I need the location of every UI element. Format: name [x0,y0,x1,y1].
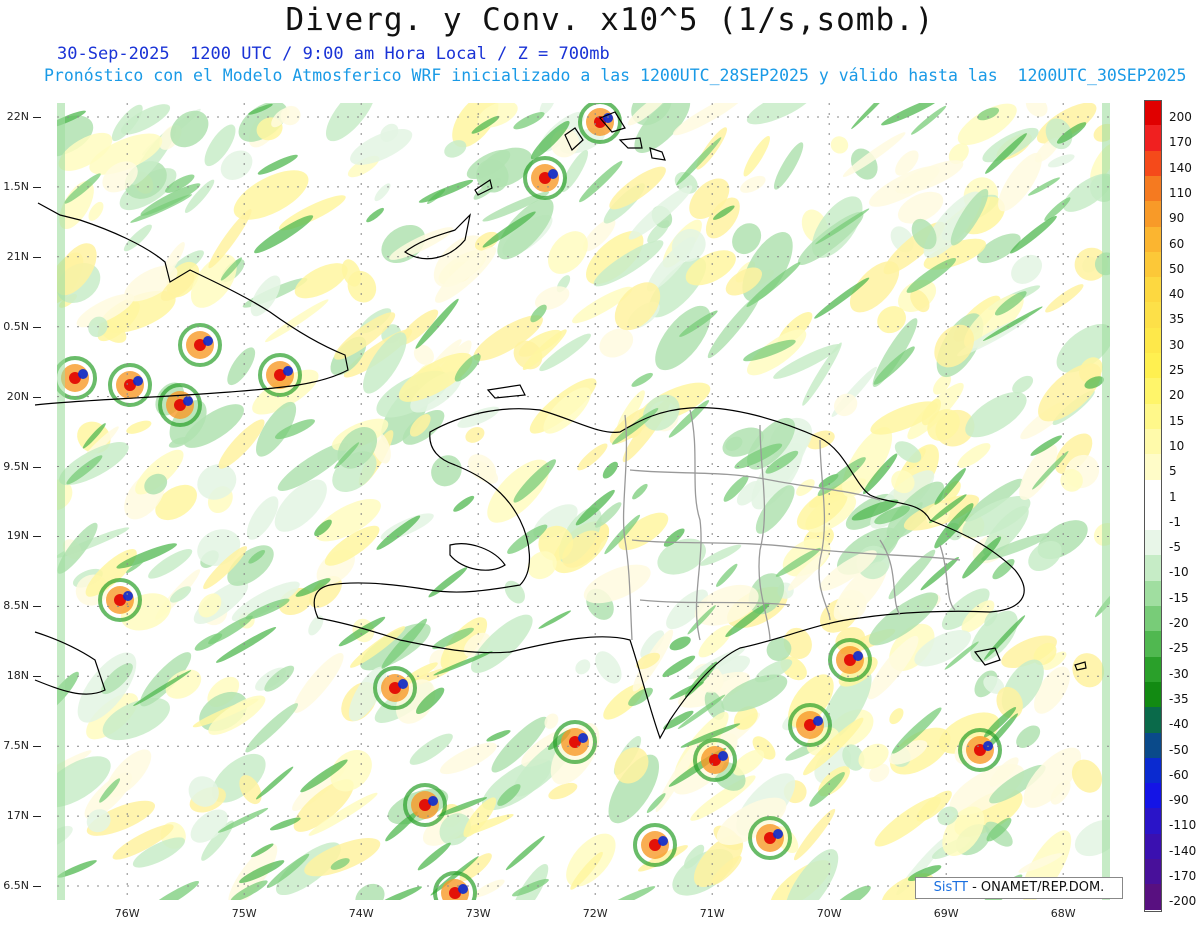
lat-tick [33,396,41,398]
lat-tick [33,676,41,678]
colorbar-label: -140 [1169,843,1197,858]
intense-cell [773,829,783,839]
lon-label: 74W [348,907,374,920]
lat-tick [33,326,41,328]
lon-label: 73W [465,907,491,920]
lat-label: 21N [6,249,29,263]
colorbar-label: 20 [1169,388,1185,403]
lat-label: 1.5N [3,179,29,193]
colorbar-label: 140 [1169,160,1192,175]
lat-tick [33,606,41,608]
colorbar-label: 40 [1169,287,1185,302]
lat-label: 22N [6,109,29,123]
intense-cell [813,716,823,726]
colorbar-label: -50 [1169,742,1189,757]
colorbar-label: 200 [1169,110,1192,124]
colorbar-label: 5 [1169,464,1177,479]
lat-label: 20N [6,389,29,403]
intense-cell [718,751,728,761]
credit-text: - ONAMET/REP.DOM. [972,880,1105,895]
intense-cell [578,733,588,743]
colorbar-label: 35 [1169,312,1185,327]
intense-cell [133,376,143,386]
lat-tick [33,886,41,888]
lat-tick [33,466,41,468]
intense-cell [658,836,668,846]
colorbar-label: 1 [1169,489,1177,504]
intense-cell [398,679,408,689]
intense-cell [123,591,133,601]
lon-label: 69W [933,907,959,920]
map-canvas [34,103,1110,900]
lat-label: 0.5N [3,319,29,333]
colorbar-label: 170 [1169,135,1192,150]
colorbar-label: -60 [1169,767,1189,782]
colorbar-label: 60 [1169,236,1185,251]
colorbar-label: 90 [1169,211,1185,226]
colorbar-label: -110 [1169,818,1197,833]
colorbar-label: -10 [1169,565,1189,580]
colorbar-label: -40 [1169,717,1189,732]
colorbar-label: 30 [1169,337,1185,352]
colorbar-label: -200 [1169,894,1197,909]
lat-tick [33,256,41,258]
colorbar-label: -5 [1169,540,1181,555]
lat-label: 7.5N [3,739,29,753]
edge-strip [1102,103,1110,900]
lat-label: 8.5N [3,599,29,613]
colorbar-label: -30 [1169,666,1189,681]
sistt-logo: SisTT [933,880,968,895]
lat-label: 18N [6,669,29,683]
lat-tick [33,116,41,118]
colorbar-frame [1144,100,1162,912]
lat-tick [33,536,41,538]
lat-tick [33,746,41,748]
intense-cell [458,884,468,894]
colorbar-label: -90 [1169,793,1189,808]
intense-cell [853,651,863,661]
colorbar-label: 15 [1169,413,1185,428]
lat-label: 17N [6,809,29,823]
colorbar-label: -170 [1169,869,1197,883]
colorbar-label: -15 [1169,590,1189,605]
intense-cell [428,796,438,806]
lon-label: 70W [816,907,842,920]
colorbar-label: -20 [1169,616,1189,630]
colorbar-label: 110 [1169,185,1192,200]
lon-label: 72W [582,907,608,920]
intense-cell [283,366,293,376]
intense-cell [548,169,558,179]
colorbar-label: 25 [1169,363,1185,377]
intense-cell [78,369,88,379]
lat-label: 19N [6,529,29,543]
intense-cell [203,336,213,346]
lat-label: 9.5N [3,459,29,473]
colorbar-label: -1 [1169,514,1181,529]
lon-label: 68W [1050,907,1076,920]
edge-strip [57,103,65,900]
lon-label: 76W [114,907,140,920]
colorbar-label: 10 [1169,438,1185,453]
lat-label: 6.5N [3,879,29,893]
lat-tick [33,186,41,188]
credit-box: SisTT - ONAMET/REP.DOM. [915,877,1123,899]
colorbar-label: -25 [1169,641,1189,656]
colorbar-label: -35 [1169,691,1189,706]
colorbar-label: 50 [1169,261,1185,276]
lon-label: 75W [231,907,257,920]
lon-label: 71W [699,907,725,920]
lat-tick [33,816,41,818]
intense-cell [183,396,193,406]
